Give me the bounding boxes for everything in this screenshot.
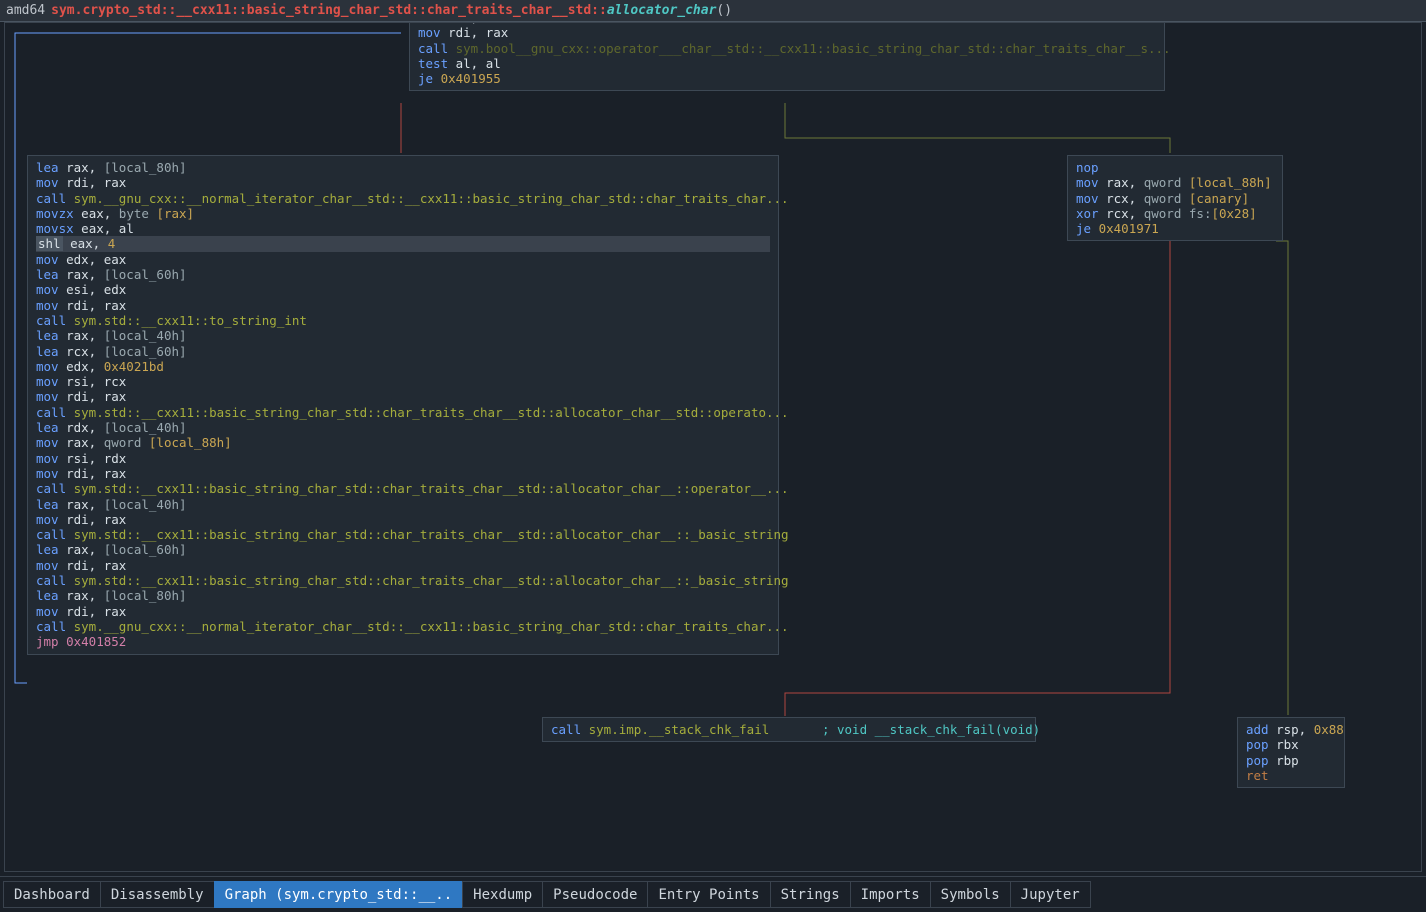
- title-bar: amd64 sym.crypto_std::__cxx11::basic_str…: [0, 0, 1426, 22]
- tab-symbols[interactable]: Symbols: [930, 881, 1011, 908]
- tab-graph-sym-crypto-std-[interactable]: Graph (sym.crypto_std::__..: [214, 881, 464, 908]
- tab-hexdump[interactable]: Hexdump: [462, 881, 543, 908]
- tab-imports[interactable]: Imports: [850, 881, 931, 908]
- graph-node-fail[interactable]: call sym.imp.__stack_chk_fail ; void __s…: [542, 717, 1036, 742]
- graph-canvas[interactable]: mov rsi, rdxmov rdi, raxcall sym.bool__g…: [4, 22, 1422, 872]
- tab-pseudocode[interactable]: Pseudocode: [542, 881, 648, 908]
- title-parens: (): [716, 3, 732, 18]
- tab-bar: DashboardDisassemblyGraph (sym.crypto_st…: [0, 876, 1426, 912]
- title-symbol-path: sym.crypto_std::__cxx11::basic_string_ch…: [51, 3, 607, 18]
- graph-node-main[interactable]: lea rax, [local_80h]mov rdi, raxcall sym…: [27, 155, 779, 655]
- tab-strings[interactable]: Strings: [770, 881, 851, 908]
- graph-node-ret[interactable]: add rsp, 0x88pop rbxpop rbpret: [1237, 717, 1345, 788]
- tab-dashboard[interactable]: Dashboard: [3, 881, 101, 908]
- tab-jupyter[interactable]: Jupyter: [1010, 881, 1091, 908]
- tab-entry-points[interactable]: Entry Points: [647, 881, 770, 908]
- tab-disassembly[interactable]: Disassembly: [100, 881, 215, 908]
- graph-node-top[interactable]: mov rsi, rdxmov rdi, raxcall sym.bool__g…: [409, 22, 1165, 91]
- graph-node-canary[interactable]: nopmov rax, qword [local_88h]mov rcx, qw…: [1067, 155, 1283, 241]
- title-symbol-tail: allocator_char: [607, 3, 717, 18]
- title-arch: amd64: [6, 3, 45, 18]
